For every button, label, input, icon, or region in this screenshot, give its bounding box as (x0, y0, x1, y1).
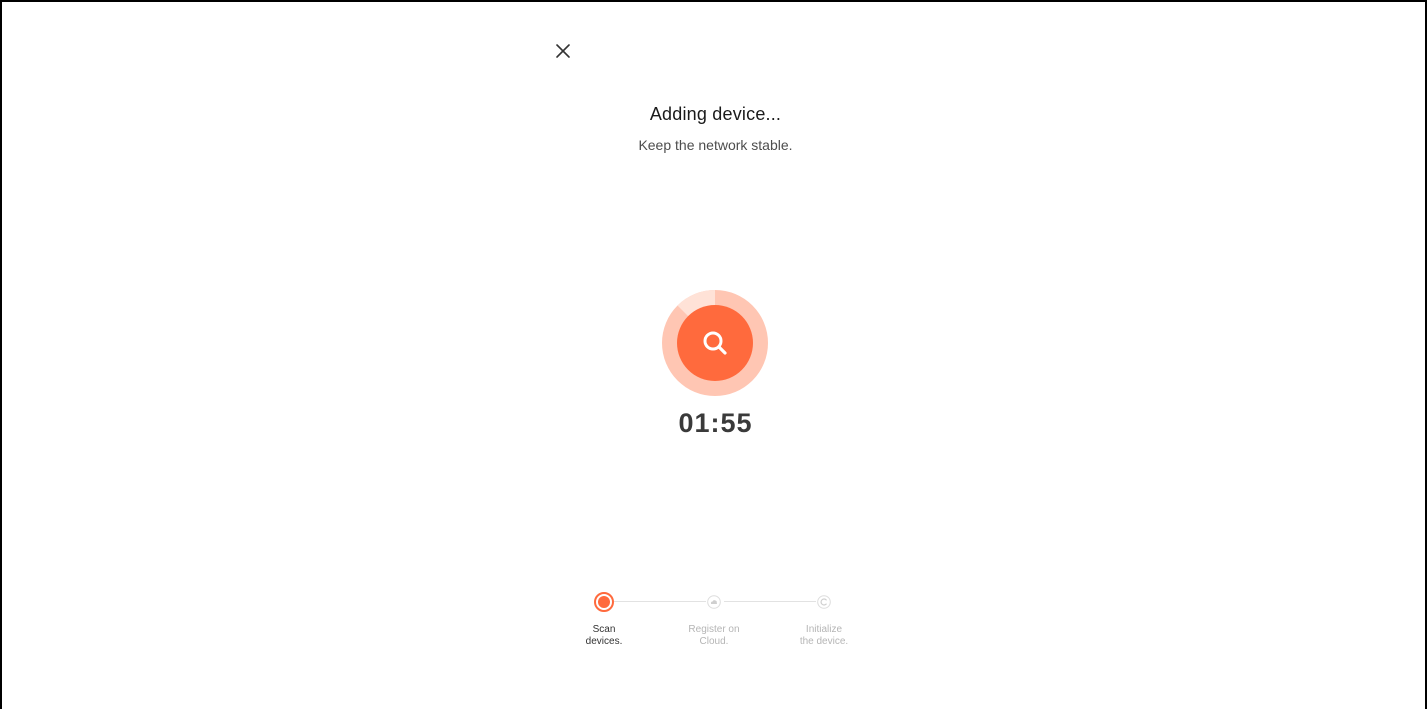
step-label-register: Register on Cloud. (688, 624, 740, 647)
step-connector-2 (724, 601, 816, 602)
step-connector-1 (614, 601, 706, 602)
scan-dot-icon (594, 592, 614, 612)
page-title: Adding device... (649, 104, 782, 124)
step-register (707, 595, 721, 614)
radar-core (677, 305, 753, 381)
page-subtitle: Keep the network stable. (638, 137, 793, 153)
step-scan (594, 592, 614, 617)
step-label-initialize: Initialize the device. (799, 624, 849, 647)
cloud-icon (707, 595, 721, 609)
scanning-radar (662, 289, 768, 396)
initialize-icon (817, 595, 831, 609)
close-icon (556, 44, 570, 58)
step-label-scan: Scan devices. (585, 624, 623, 647)
countdown-timer: 01:55 (678, 408, 753, 438)
step-initialize (817, 595, 831, 614)
add-device-screen: Adding device... Keep the network stable… (0, 0, 1427, 709)
close-button[interactable] (552, 40, 574, 62)
scanning-indicator (662, 289, 768, 396)
